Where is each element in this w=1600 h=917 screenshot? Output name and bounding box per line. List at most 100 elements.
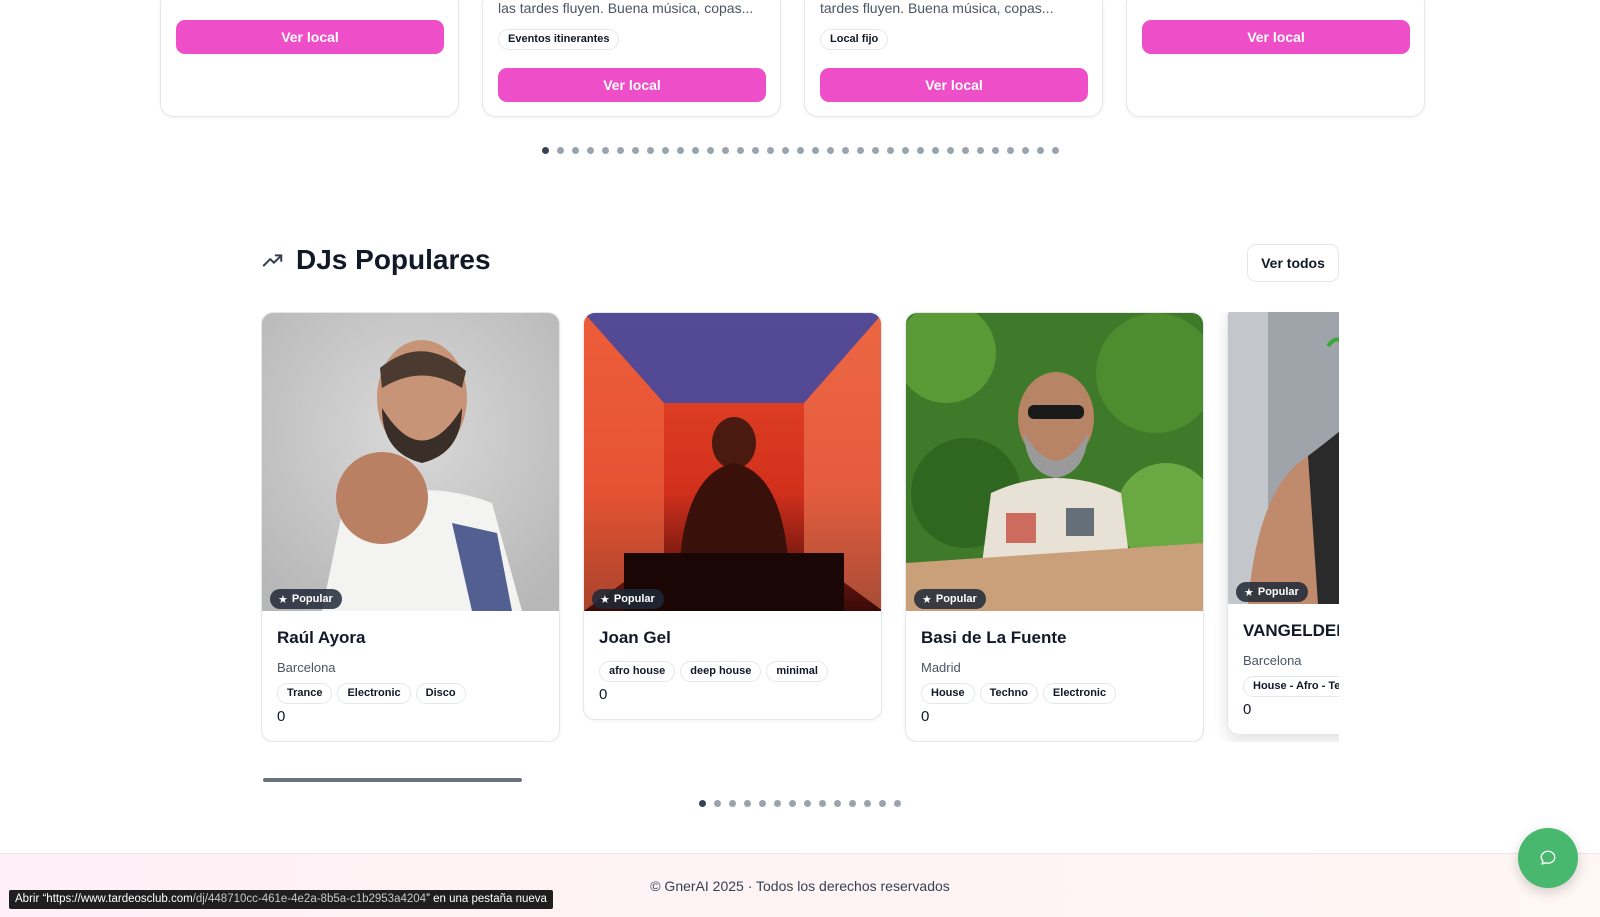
- popular-badge: ★ Popular: [1236, 582, 1308, 602]
- pagination-dot[interactable]: [782, 147, 789, 154]
- pagination-dot[interactable]: [797, 147, 804, 154]
- pagination-dot[interactable]: [992, 147, 999, 154]
- genre-list: House Techno Electronic: [921, 683, 1188, 704]
- dj-card[interactable]: ★ Popular VANGELDER Barcelona House - Af…: [1227, 312, 1339, 735]
- pagination-dot[interactable]: [542, 147, 549, 154]
- pagination-dot[interactable]: [887, 147, 894, 154]
- pagination-dot[interactable]: [774, 800, 781, 807]
- view-venue-button[interactable]: Ver local: [498, 68, 766, 102]
- pagination-dot[interactable]: [632, 147, 639, 154]
- genre-tag: House: [921, 683, 975, 704]
- carousel-scrollbar[interactable]: [263, 778, 522, 782]
- pagination-dot[interactable]: [1007, 147, 1014, 154]
- dj-city: Barcelona: [277, 660, 336, 675]
- view-venue-button[interactable]: Ver local: [820, 68, 1088, 102]
- section-title: DJs Populares: [296, 244, 491, 275]
- venue-card[interactable]: tardes fluyen. Buena música, copas... Lo…: [804, 0, 1103, 117]
- venue-card[interactable]: las tardes fluyen. Buena música, copas..…: [482, 0, 781, 117]
- trending-up-icon: [262, 254, 283, 267]
- venue-card[interactable]: Ver local: [160, 0, 459, 117]
- pagination-dot[interactable]: [1022, 147, 1029, 154]
- pagination-dot[interactable]: [879, 800, 886, 807]
- pagination-dot[interactable]: [752, 147, 759, 154]
- pagination-dot[interactable]: [737, 147, 744, 154]
- pagination-dot[interactable]: [767, 147, 774, 154]
- venue-description: tardes fluyen. Buena música, copas...: [820, 0, 1054, 16]
- pagination-dot[interactable]: [872, 147, 879, 154]
- pagination-dot[interactable]: [707, 147, 714, 154]
- pagination-dot[interactable]: [894, 800, 901, 807]
- pagination-dot[interactable]: [602, 147, 609, 154]
- dj-card[interactable]: ★ Popular Raúl Ayora Barcelona Trance El…: [261, 312, 560, 742]
- pagination-dot[interactable]: [947, 147, 954, 154]
- pagination-dot[interactable]: [557, 147, 564, 154]
- pagination-dot[interactable]: [819, 800, 826, 807]
- dj-count: 0: [1243, 701, 1252, 718]
- pagination-dot[interactable]: [662, 147, 669, 154]
- pagination-dot[interactable]: [857, 147, 864, 154]
- popular-badge: ★ Popular: [270, 589, 342, 609]
- dj-card[interactable]: ★ Popular Joan Gel afro house deep house…: [583, 312, 882, 720]
- pagination-dot[interactable]: [1052, 147, 1059, 154]
- dj-photo: ★ Popular: [584, 313, 881, 611]
- pagination-dot[interactable]: [804, 800, 811, 807]
- genre-list: House - Afro - Tech: [1243, 676, 1339, 697]
- dj-name: VANGELDER: [1243, 621, 1339, 640]
- pagination-dot[interactable]: [812, 147, 819, 154]
- dj-card[interactable]: ★ Popular Basi de La Fuente Madrid House…: [905, 312, 1204, 742]
- status-suffix: ” en una pestaña nueva: [426, 893, 547, 905]
- dj-name: Basi de La Fuente: [921, 628, 1067, 647]
- dj-count: 0: [921, 708, 930, 725]
- dj-name: Raúl Ayora: [277, 628, 366, 647]
- genre-tag: afro house: [599, 661, 676, 682]
- section-header: DJs Populares: [262, 244, 491, 276]
- pagination-dot[interactable]: [647, 147, 654, 154]
- pagination-dot[interactable]: [902, 147, 909, 154]
- view-venue-button[interactable]: Ver local: [1142, 20, 1410, 54]
- dj-city: Barcelona: [1243, 653, 1302, 668]
- view-venue-button[interactable]: Ver local: [176, 20, 444, 54]
- dj-count: 0: [599, 686, 608, 703]
- popular-badge-label: Popular: [291, 593, 333, 605]
- genre-tag: Electronic: [337, 683, 411, 704]
- pagination-dot[interactable]: [842, 147, 849, 154]
- genre-list: afro house deep house minimal: [599, 661, 866, 682]
- page: Ver local las tardes fluyen. Buena músic…: [0, 0, 1600, 917]
- pagination-dot[interactable]: [827, 147, 834, 154]
- pagination-dot[interactable]: [677, 147, 684, 154]
- genre-tag: Disco: [415, 683, 466, 704]
- star-icon: ★: [278, 593, 288, 606]
- pagination-dot[interactable]: [692, 147, 699, 154]
- pagination-dot[interactable]: [932, 147, 939, 154]
- pagination-dot[interactable]: [834, 800, 841, 807]
- pagination-dot[interactable]: [789, 800, 796, 807]
- pagination-dot[interactable]: [587, 147, 594, 154]
- chat-button[interactable]: [1518, 828, 1578, 888]
- pagination-dot[interactable]: [722, 147, 729, 154]
- pagination-dot[interactable]: [714, 800, 721, 807]
- pagination-dot[interactable]: [744, 800, 751, 807]
- pagination-dot[interactable]: [977, 147, 984, 154]
- genre-tag: minimal: [766, 661, 828, 682]
- pagination-dot[interactable]: [864, 800, 871, 807]
- popular-badge-label: Popular: [935, 593, 977, 605]
- chat-bubble-icon: [1540, 850, 1556, 865]
- star-icon: ★: [922, 593, 932, 606]
- pagination-dot[interactable]: [759, 800, 766, 807]
- pagination-dot[interactable]: [962, 147, 969, 154]
- view-all-button[interactable]: Ver todos: [1247, 244, 1339, 282]
- star-icon: ★: [600, 593, 610, 606]
- genre-tag: deep house: [680, 661, 762, 682]
- pagination-dot[interactable]: [572, 147, 579, 154]
- dj-carousel[interactable]: ★ Popular Raúl Ayora Barcelona Trance El…: [261, 312, 1339, 742]
- pagination-dot[interactable]: [917, 147, 924, 154]
- venue-pagination: [542, 147, 1067, 154]
- dj-photo: ★ Popular: [262, 313, 559, 611]
- genre-tag: House - Afro - Tech: [1243, 676, 1339, 697]
- pagination-dot[interactable]: [849, 800, 856, 807]
- pagination-dot[interactable]: [617, 147, 624, 154]
- pagination-dot[interactable]: [729, 800, 736, 807]
- pagination-dot[interactable]: [1037, 147, 1044, 154]
- pagination-dot[interactable]: [699, 800, 706, 807]
- venue-card[interactable]: Ver local: [1126, 0, 1425, 117]
